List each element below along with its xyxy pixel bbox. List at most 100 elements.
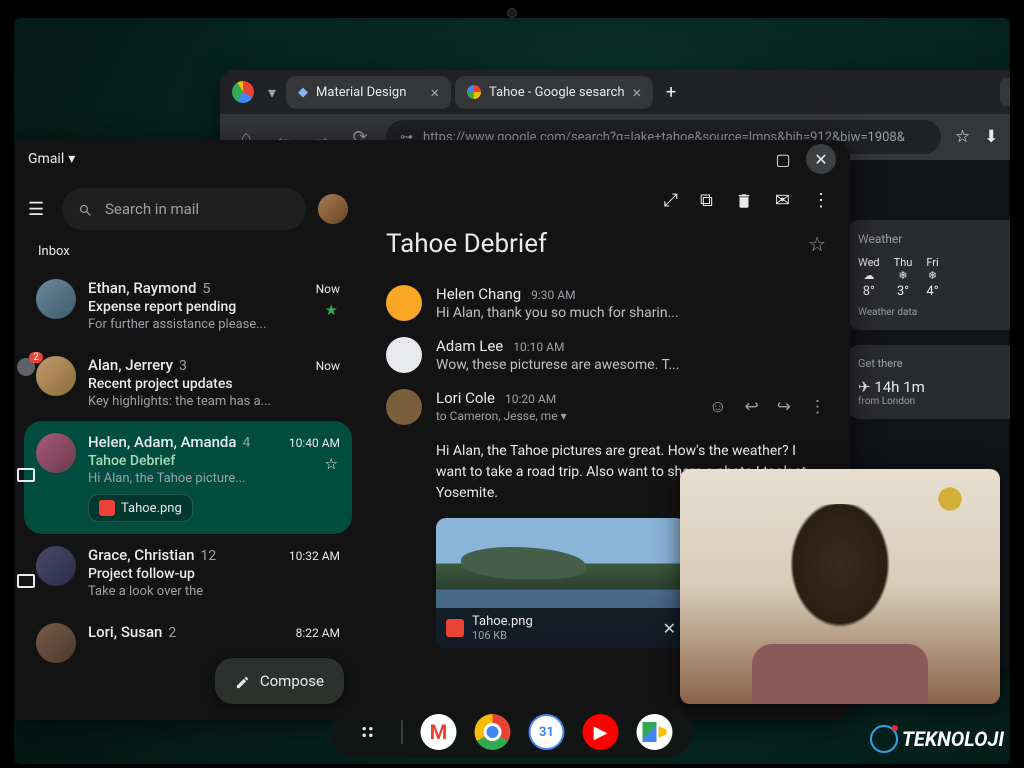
star-icon[interactable]: ☆	[808, 232, 826, 256]
star-icon[interactable]: ★	[325, 301, 338, 319]
google-icon	[467, 85, 481, 99]
desktop-screen: ▾ ◆ Material Design × Tahoe - Google ses…	[14, 18, 1010, 764]
travel-label: Get there	[858, 357, 1010, 370]
attachment-preview[interactable]: Tahoe.png 106 KB ✕	[436, 518, 686, 648]
conversation-title: Tahoe Debrief	[386, 229, 547, 259]
window-restore-button[interactable]: ▢	[1000, 78, 1010, 106]
calendar-app-icon[interactable]: 31	[529, 714, 565, 750]
bookmark-icon[interactable]: ☆	[955, 127, 970, 147]
weather-card[interactable]: Weather Wed ☁ 8° Thu ❄ 3°	[846, 220, 1010, 330]
expand-icon[interactable]: ⤢	[664, 190, 678, 211]
thread-list: Ethan, Raymond 5 Now Expense report pend…	[14, 267, 362, 720]
archive-icon[interactable]: ⧉	[700, 190, 713, 211]
thread-count: 5	[202, 281, 210, 297]
attachment-size: 106 KB	[472, 629, 533, 642]
meet-app-icon[interactable]	[637, 714, 673, 750]
video-participant	[730, 504, 950, 704]
download-icon[interactable]: ⬇	[984, 127, 998, 147]
emoji-icon[interactable]: ☺	[709, 397, 726, 417]
app-title-dropdown[interactable]: Gmail ▾	[28, 151, 75, 167]
chrome-app-icon[interactable]	[475, 714, 511, 750]
spaces-icon[interactable]	[17, 468, 35, 482]
thread-preview: Take a look over the	[88, 584, 340, 599]
weather-day: Wed ☁ 8°	[858, 256, 880, 299]
thread-item[interactable]: Alan, Jerrery 3 Now Recent project updat…	[24, 344, 352, 421]
sender-avatar	[36, 546, 76, 586]
thread-senders: Lori, Susan	[88, 623, 162, 641]
collapsed-message[interactable]: Helen Chang 9:30 AM Hi Alan, thank you s…	[362, 277, 850, 329]
thread-preview: For further assistance please...	[88, 317, 340, 332]
close-icon[interactable]: ×	[430, 83, 439, 102]
youtube-app-icon[interactable]: ▶	[583, 714, 619, 750]
thread-item[interactable]: Grace, Christian 12 10:32 AM Project fol…	[24, 534, 352, 611]
attachment-chip[interactable]: Tahoe.png	[88, 494, 193, 522]
device-bezel: ▾ ◆ Material Design × Tahoe - Google ses…	[0, 0, 1024, 768]
thread-senders: Alan, Jerrery	[88, 356, 173, 374]
attachment-name: Tahoe.png	[472, 614, 533, 629]
sender-avatar	[36, 623, 76, 663]
new-tab-button[interactable]: +	[657, 78, 685, 106]
browser-tab-search[interactable]: Tahoe - Google sesarch ×	[455, 76, 653, 109]
more-icon[interactable]: ⋮	[812, 190, 830, 211]
thread-senders: Helen, Adam, Amanda	[88, 433, 236, 451]
close-icon[interactable]: ✕	[663, 619, 676, 638]
sender-avatar	[36, 356, 76, 396]
maximize-icon[interactable]: ▢	[768, 144, 798, 174]
mark-unread-icon[interactable]: ✉	[775, 190, 790, 211]
launcher-icon[interactable]	[352, 716, 384, 748]
gmail-sidebar: ☰ Search in mail Inbox	[14, 178, 362, 720]
meet-icon[interactable]	[17, 574, 35, 588]
pencil-icon	[235, 672, 250, 690]
material-icon: ◆	[298, 85, 308, 100]
travel-card[interactable]: Get there ✈ 14h 1m from London	[846, 345, 1010, 419]
account-avatar[interactable]	[318, 194, 348, 224]
sender-avatar	[36, 279, 76, 319]
search-input[interactable]: Search in mail	[62, 188, 306, 230]
collapsed-message[interactable]: Adam Lee 10:10 AM Wow, these picturese a…	[362, 329, 850, 381]
message-time: 9:30 AM	[531, 288, 575, 302]
sender-avatar	[36, 433, 76, 473]
thread-subject: Expense report pending	[88, 299, 340, 315]
browser-tab-material[interactable]: ◆ Material Design ×	[286, 76, 451, 109]
thread-senders: Ethan, Raymond	[88, 279, 196, 297]
message-sender: Helen Chang	[436, 285, 521, 303]
close-icon[interactable]: ×	[633, 83, 642, 102]
video-call-pip[interactable]	[680, 469, 1000, 704]
thread-time: 10:32 AM	[289, 549, 340, 563]
message-snippet: Hi Alan, thank you so much for sharin...	[436, 305, 826, 321]
thread-preview: Key highlights: the team has a...	[88, 394, 340, 409]
thread-item-selected[interactable]: Helen, Adam, Amanda 4 10:40 AM Tahoe Deb…	[24, 421, 352, 534]
star-icon[interactable]: ☆	[325, 455, 338, 473]
thread-time: Now	[316, 282, 340, 296]
thread-subject: Project follow-up	[88, 566, 340, 582]
taskbar: M 31 ▶	[332, 706, 693, 758]
image-file-icon	[446, 619, 464, 637]
thread-count: 4	[242, 435, 250, 451]
more-icon[interactable]: ⋮	[809, 397, 826, 417]
weather-day: Fri ❄ 4°	[926, 256, 938, 299]
search-icon	[78, 200, 93, 218]
thread-time: 10:40 AM	[289, 436, 340, 450]
gmail-nav-rail	[14, 196, 38, 588]
attachment-name: Tahoe.png	[121, 501, 182, 516]
chrome-tabstrip: ▾ ◆ Material Design × Tahoe - Google ses…	[220, 70, 1010, 114]
message-sender: Lori Cole	[436, 389, 495, 407]
gmail-titlebar: Gmail ▾ ▢ ✕	[14, 140, 850, 178]
tab-dropdown-icon[interactable]: ▾	[262, 83, 282, 102]
gmail-app-icon[interactable]: M	[421, 714, 457, 750]
thread-item[interactable]: Ethan, Raymond 5 Now Expense report pend…	[24, 267, 352, 344]
delete-icon[interactable]	[735, 190, 753, 211]
message-time: 10:20 AM	[505, 392, 556, 406]
compose-button[interactable]: Compose	[215, 658, 344, 704]
close-icon[interactable]: ✕	[806, 144, 836, 174]
search-placeholder: Search in mail	[105, 200, 199, 218]
thread-subject: Tahoe Debrief	[88, 453, 340, 469]
thread-count: 3	[179, 358, 187, 374]
forward-icon[interactable]: ↪	[777, 397, 791, 417]
message-recipients[interactable]: to Cameron, Jesse, me ▾	[436, 409, 695, 423]
weather-source: Weather data	[858, 307, 1010, 318]
thread-subject: Recent project updates	[88, 376, 340, 392]
chat-icon[interactable]	[17, 358, 35, 376]
reply-icon[interactable]: ↩	[745, 397, 759, 417]
folder-label[interactable]: Inbox	[14, 240, 362, 267]
